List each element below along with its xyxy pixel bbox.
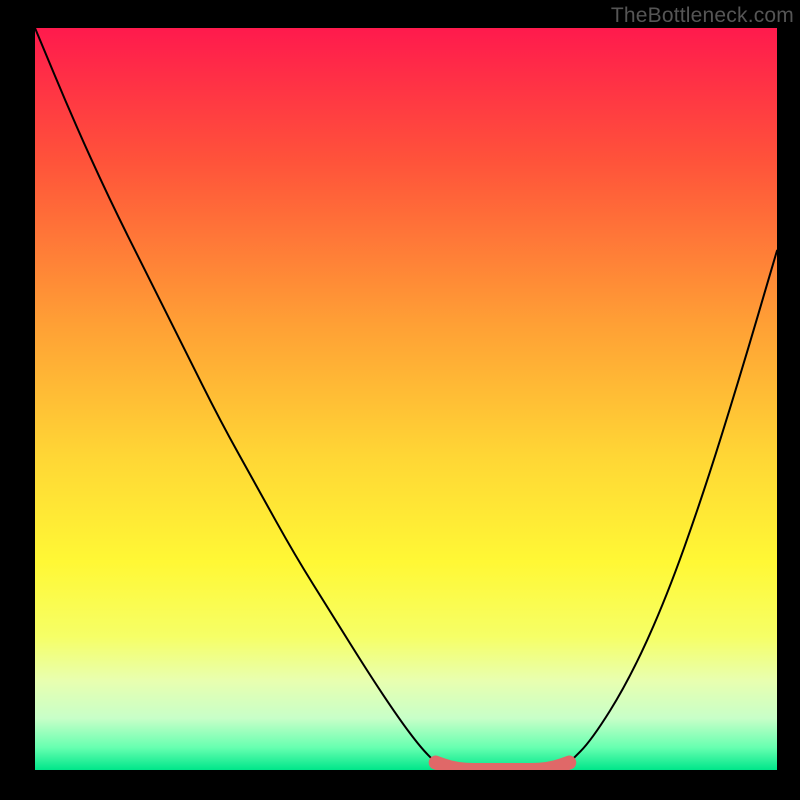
- marker-right-marker: [563, 757, 575, 769]
- attribution-text: TheBottleneck.com: [611, 4, 794, 28]
- chart-plot: [35, 28, 777, 770]
- chart-container: TheBottleneck.com: [0, 0, 800, 800]
- gradient-background: [35, 28, 777, 770]
- marker-group: [563, 757, 575, 769]
- series-bottom-flat: [436, 763, 570, 770]
